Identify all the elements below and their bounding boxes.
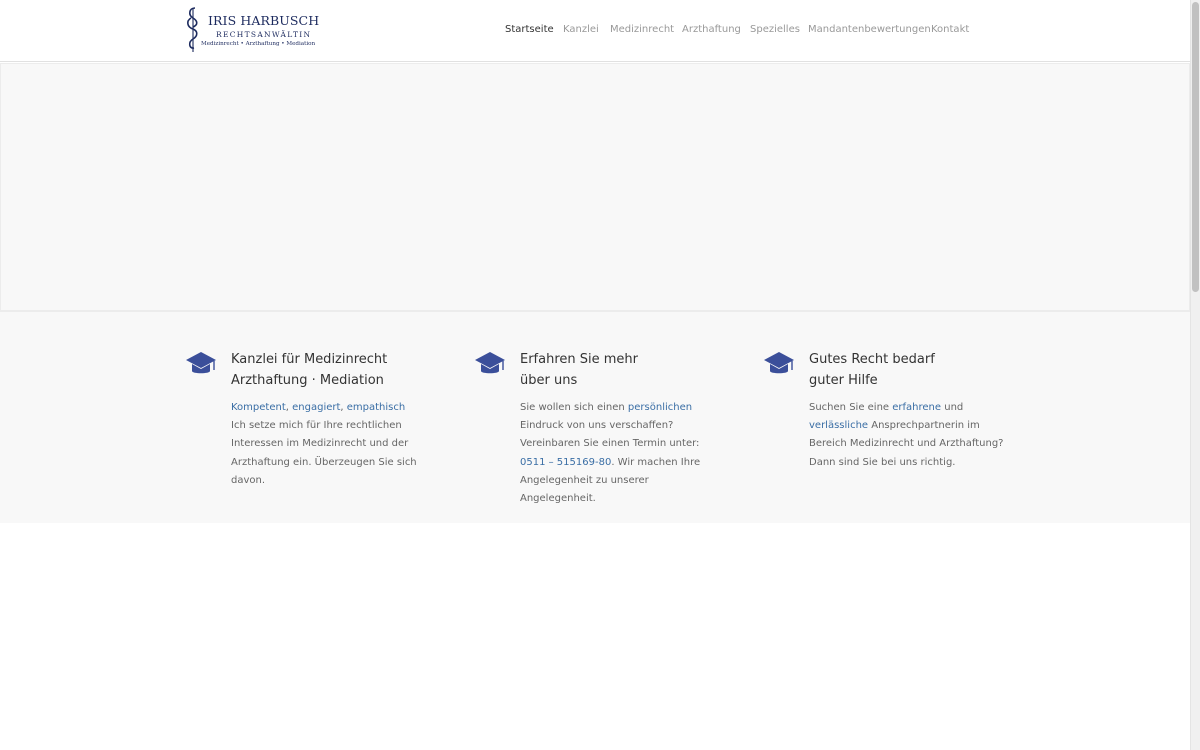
feature-title-line1: Gutes Recht bedarf	[809, 352, 935, 367]
feature-text: Eindruck von uns verschaffen? Vereinbare…	[520, 420, 700, 450]
highlight-empathisch: empathisch	[346, 402, 406, 413]
graduation-cap-icon	[186, 352, 216, 374]
nav-item-startseite[interactable]: Startseite	[505, 24, 554, 35]
feature-title-line2: Arzthaftung · Mediation	[231, 373, 384, 388]
features-section: Kanzlei für Medizinrecht Arzthaftung · M…	[0, 311, 1190, 523]
highlight-kompetent: Kompetent	[231, 402, 286, 413]
feature-title-line1: Kanzlei für Medizinrecht	[231, 352, 388, 367]
nav-item-arzthaftung[interactable]: Arzthaftung	[682, 24, 741, 35]
graduation-cap-icon	[475, 352, 505, 374]
feature-body: Sie wollen sich einen persönlichen Eindr…	[520, 399, 720, 508]
feature-text: Ich setze mich für Ihre rechtlichen Inte…	[231, 420, 417, 486]
highlight-engagiert: engagiert	[292, 402, 341, 413]
feature-title-line2: guter Hilfe	[809, 373, 878, 388]
feature-text: Suchen Sie eine	[809, 402, 893, 413]
feature-body: Suchen Sie eine erfahrene und verlässlic…	[809, 399, 1009, 472]
feature-title-line1: Erfahren Sie mehr	[520, 352, 639, 367]
feature-text: und	[941, 402, 964, 413]
phone-number-link[interactable]: 0511 – 515169-80	[520, 457, 611, 468]
feature-text: Sie wollen sich einen	[520, 402, 628, 413]
feature-title: Gutes Recht bedarf guter Hilfe	[809, 349, 1019, 391]
highlight-verlaessliche: verlässliche	[809, 420, 869, 432]
graduation-cap-icon	[764, 352, 794, 374]
highlight-persoenlichen: persönlichen	[627, 402, 693, 413]
main-nav: Startseite Kanzlei Medizinrecht Arzthaft…	[0, 0, 1190, 62]
hero-slider-area	[0, 63, 1190, 311]
nav-item-kontakt[interactable]: Kontakt	[931, 24, 969, 35]
nav-item-medizinrecht[interactable]: Medizinrecht	[610, 24, 674, 35]
nav-item-kanzlei[interactable]: Kanzlei	[563, 24, 599, 35]
site-header: IRIS HARBUSCH RECHTSANWÄLTIN Medizinrech…	[0, 0, 1190, 62]
feature-body: Kompetent, engagiert, empathisch Ich set…	[231, 399, 431, 490]
page-scrollbar[interactable]	[1190, 0, 1200, 750]
scrollbar-thumb[interactable]	[1192, 2, 1199, 292]
highlight-erfahrene: erfahrene	[892, 402, 942, 413]
feature-title: Erfahren Sie mehr über uns	[520, 349, 730, 391]
nav-item-spezielles[interactable]: Spezielles	[750, 24, 800, 35]
nav-item-mandantenbewertungen[interactable]: Mandantenbewertungen	[808, 24, 931, 35]
feature-title-line2: über uns	[520, 373, 578, 388]
feature-title: Kanzlei für Medizinrecht Arzthaftung · M…	[231, 349, 441, 391]
